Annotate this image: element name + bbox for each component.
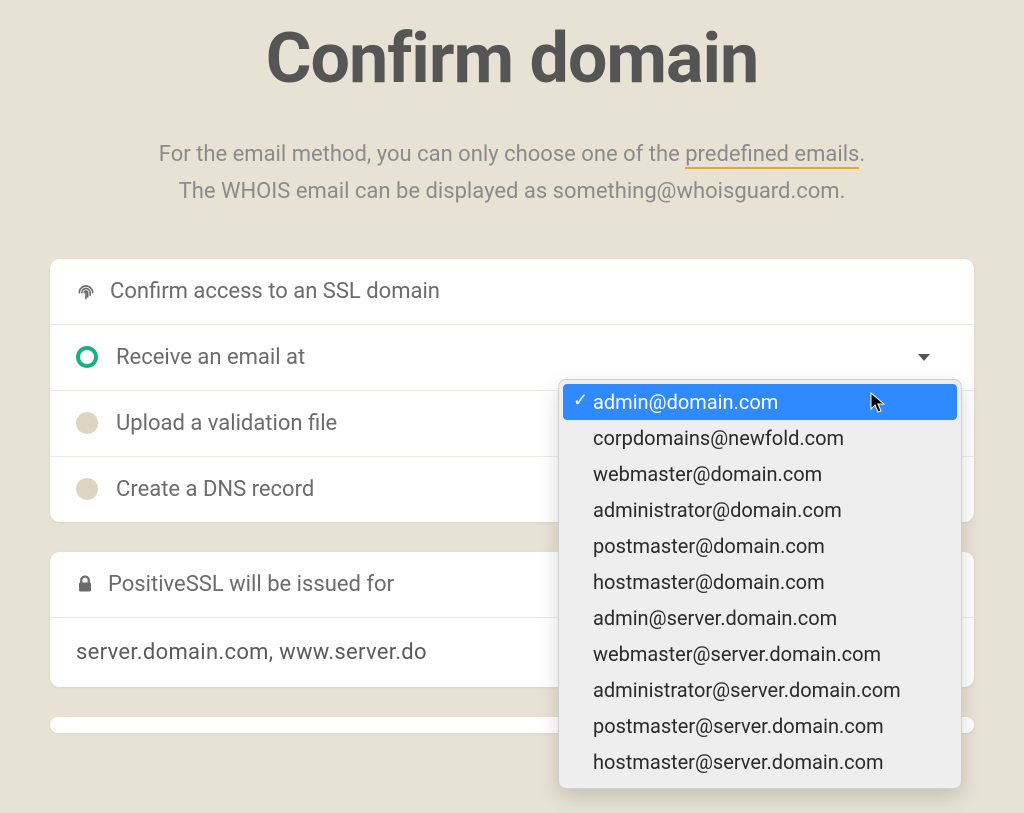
option-dns-record-label: Create a DNS record — [116, 477, 314, 502]
dropdown-option[interactable]: admin@server.domain.com — [559, 600, 961, 636]
subtitle-line1-pre: For the email method, you can only choos… — [159, 142, 685, 167]
issued-for-title: PositiveSSL will be issued for — [108, 572, 394, 597]
option-email[interactable]: Receive an email at admin@domain.com cor… — [50, 325, 974, 391]
issued-domains-text: server.domain.com, www.server.do — [76, 640, 427, 665]
subtitle-line2: The WHOIS email can be displayed as some… — [179, 179, 846, 204]
option-email-label: Receive an email at — [116, 345, 436, 370]
email-select[interactable] — [454, 354, 948, 361]
confirm-access-card: Confirm access to an SSL domain Receive … — [50, 259, 974, 522]
dropdown-option[interactable]: postmaster@domain.com — [559, 528, 961, 564]
fingerprint-icon — [76, 281, 96, 301]
radio-dns-record[interactable] — [76, 478, 98, 500]
dropdown-option[interactable]: postmaster@server.domain.com — [559, 708, 961, 744]
subtitle-line1-post: . — [859, 142, 865, 167]
dropdown-option[interactable]: corpdomains@newfold.com — [559, 420, 961, 456]
confirm-access-header: Confirm access to an SSL domain — [50, 259, 974, 325]
chevron-down-icon — [918, 354, 930, 361]
lock-icon — [76, 574, 94, 594]
confirm-access-title: Confirm access to an SSL domain — [110, 279, 440, 304]
dropdown-option[interactable]: administrator@server.domain.com — [559, 672, 961, 708]
page-title: Confirm domain — [40, 18, 984, 100]
radio-upload-file[interactable] — [76, 412, 98, 434]
option-upload-file-label: Upload a validation file — [116, 411, 337, 436]
dropdown-option[interactable]: webmaster@domain.com — [559, 456, 961, 492]
email-dropdown-menu: admin@domain.com corpdomains@newfold.com… — [558, 379, 962, 789]
dropdown-option[interactable]: admin@domain.com — [563, 384, 957, 420]
dropdown-option[interactable]: hostmaster@server.domain.com — [559, 744, 961, 780]
dropdown-option[interactable]: hostmaster@domain.com — [559, 564, 961, 600]
dropdown-option[interactable]: webmaster@server.domain.com — [559, 636, 961, 672]
page-subtitle: For the email method, you can only choos… — [40, 136, 984, 211]
radio-email[interactable] — [76, 346, 98, 368]
predefined-emails-link[interactable]: predefined emails — [685, 142, 859, 169]
dropdown-option[interactable]: administrator@domain.com — [559, 492, 961, 528]
